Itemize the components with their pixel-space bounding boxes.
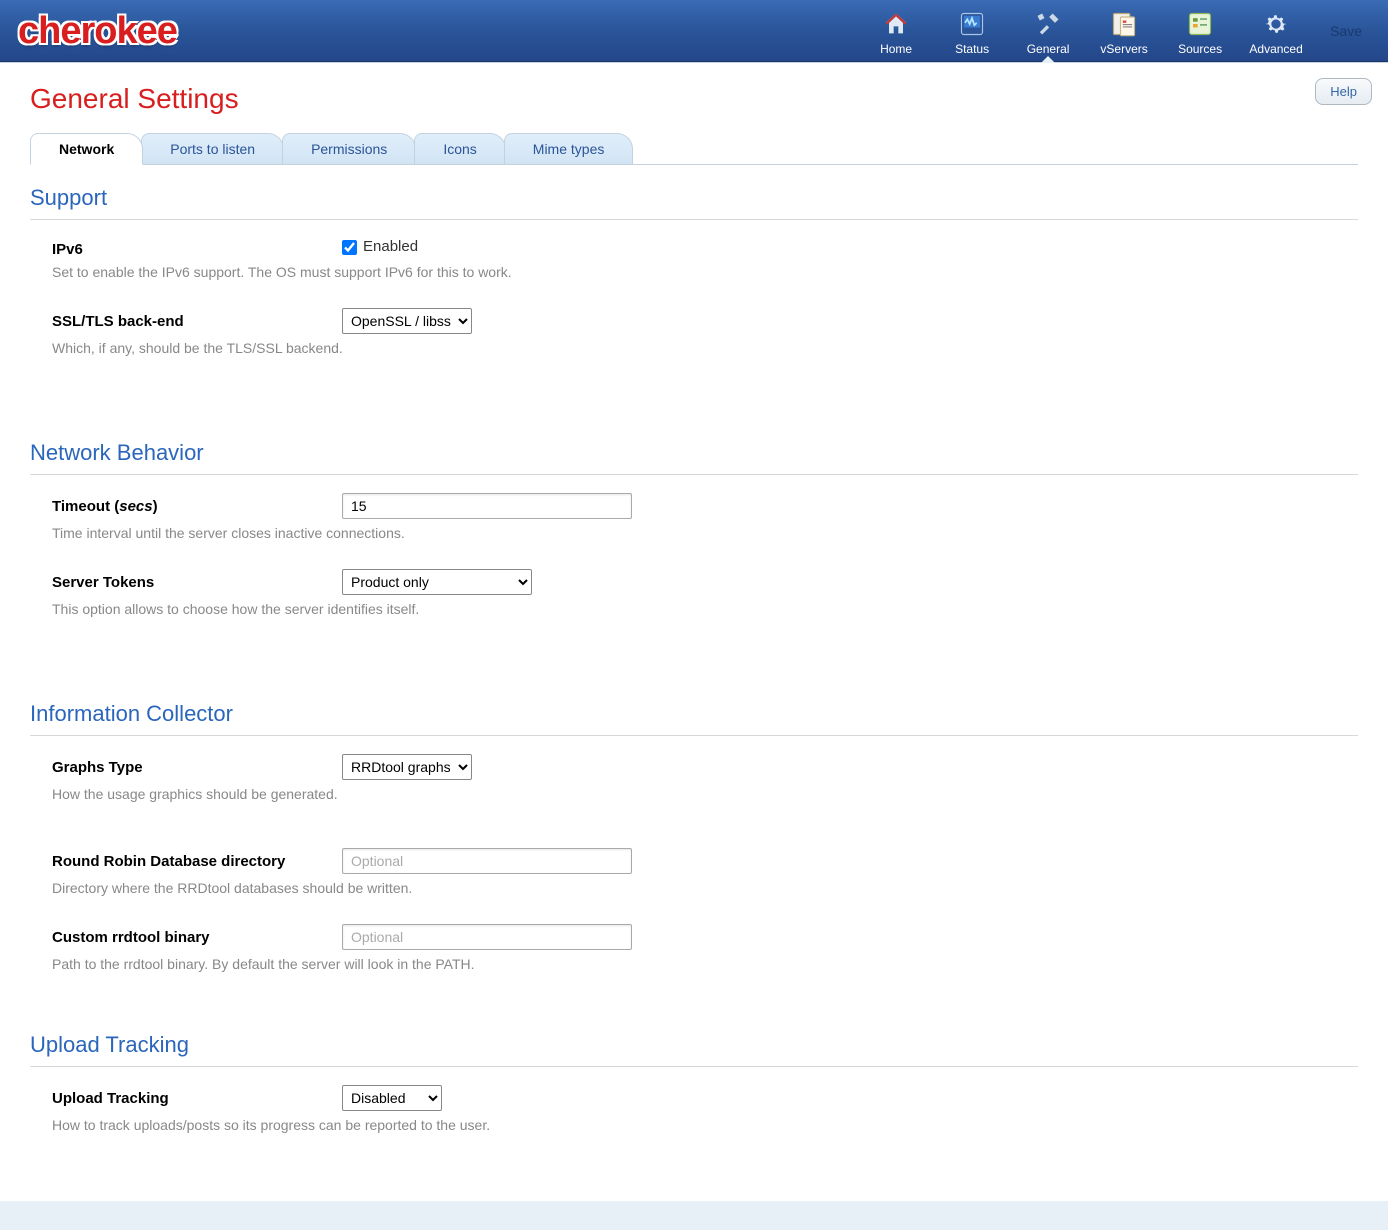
tab-permissions[interactable]: Permissions <box>282 133 416 164</box>
help-rrddir: Directory where the RRDtool databases sh… <box>30 880 1358 896</box>
help-tokens: This option allows to choose how the ser… <box>30 601 1358 617</box>
row-graphs: Graphs Type RRDtool graphs <box>30 754 1358 780</box>
label-ssl: SSL/TLS back-end <box>52 313 342 330</box>
nav-sources[interactable]: Sources <box>1162 0 1238 62</box>
help-rrdbin: Path to the rrdtool binary. By default t… <box>30 956 1358 972</box>
tabs: Network Ports to listen Permissions Icon… <box>30 133 1358 165</box>
label-upload: Upload Tracking <box>52 1090 342 1107</box>
label-ipv6: IPv6 <box>52 241 342 258</box>
section-collector-title: Information Collector <box>30 701 1358 727</box>
nav-label: General <box>1027 42 1070 56</box>
section-upload-title: Upload Tracking <box>30 1032 1358 1058</box>
graphs-select[interactable]: RRDtool graphs <box>342 754 472 780</box>
vservers-icon <box>1108 8 1140 40</box>
content: General Settings Network Ports to listen… <box>0 62 1388 1201</box>
divider <box>30 474 1358 475</box>
nav-general[interactable]: General <box>1010 0 1086 62</box>
ssl-select[interactable]: OpenSSL / libssl <box>342 308 472 334</box>
help-ssl: Which, if any, should be the TLS/SSL bac… <box>30 340 1358 356</box>
nav-status[interactable]: Status <box>934 0 1010 62</box>
status-icon <box>956 8 988 40</box>
divider <box>30 1066 1358 1067</box>
help-button[interactable]: Help <box>1315 78 1372 105</box>
tab-icons[interactable]: Icons <box>414 133 505 164</box>
tools-icon <box>1032 8 1064 40</box>
help-graphs: How the usage graphics should be generat… <box>30 786 1358 802</box>
label-tokens: Server Tokens <box>52 574 342 591</box>
label-graphs: Graphs Type <box>52 759 342 776</box>
label-rrdbin: Custom rrdtool binary <box>52 929 342 946</box>
gear-icon <box>1260 8 1292 40</box>
row-ssl: SSL/TLS back-end OpenSSL / libssl <box>30 308 1358 334</box>
tab-mime[interactable]: Mime types <box>504 133 634 164</box>
nav-label: Sources <box>1178 42 1222 56</box>
top-nav: cherokee Home Status General vServers <box>0 0 1388 62</box>
upload-select[interactable]: Disabled <box>342 1085 442 1111</box>
row-rrdbin: Custom rrdtool binary <box>30 924 1358 950</box>
page-title: General Settings <box>30 83 1358 115</box>
nav-vservers[interactable]: vServers <box>1086 0 1162 62</box>
label-rrddir: Round Robin Database directory <box>52 853 342 870</box>
ipv6-checkbox-label: Enabled <box>363 238 418 255</box>
row-timeout: Timeout (secs) <box>30 493 1358 519</box>
tab-ports[interactable]: Ports to listen <box>141 133 284 164</box>
home-icon <box>880 8 912 40</box>
nav-items: Home Status General vServers Sources <box>858 0 1314 62</box>
tab-network[interactable]: Network <box>30 133 143 165</box>
ipv6-checkbox[interactable] <box>342 240 357 255</box>
rrdbin-input[interactable] <box>342 924 632 950</box>
nav-home[interactable]: Home <box>858 0 934 62</box>
nav-label: Home <box>880 42 912 56</box>
label-timeout: Timeout (secs) <box>52 498 342 515</box>
tokens-select[interactable]: Product only <box>342 569 532 595</box>
nav-advanced[interactable]: Advanced <box>1238 0 1314 62</box>
row-rrddir: Round Robin Database directory <box>30 848 1358 874</box>
divider <box>30 219 1358 220</box>
divider <box>30 735 1358 736</box>
section-network-title: Network Behavior <box>30 440 1358 466</box>
nav-label: Status <box>955 42 989 56</box>
section-support-title: Support <box>30 185 1358 211</box>
help-timeout: Time interval until the server closes in… <box>30 525 1358 541</box>
row-tokens: Server Tokens Product only <box>30 569 1358 595</box>
save-link[interactable]: Save <box>1314 23 1378 39</box>
sources-icon <box>1184 8 1216 40</box>
nav-label: vServers <box>1100 42 1147 56</box>
logo: cherokee <box>18 12 177 50</box>
row-upload: Upload Tracking Disabled <box>30 1085 1358 1111</box>
nav-label: Advanced <box>1249 42 1302 56</box>
row-ipv6: IPv6 Enabled <box>30 238 1358 258</box>
rrddir-input[interactable] <box>342 848 632 874</box>
timeout-input[interactable] <box>342 493 632 519</box>
help-ipv6: Set to enable the IPv6 support. The OS m… <box>30 264 1358 280</box>
help-upload: How to track uploads/posts so its progre… <box>30 1117 1358 1133</box>
